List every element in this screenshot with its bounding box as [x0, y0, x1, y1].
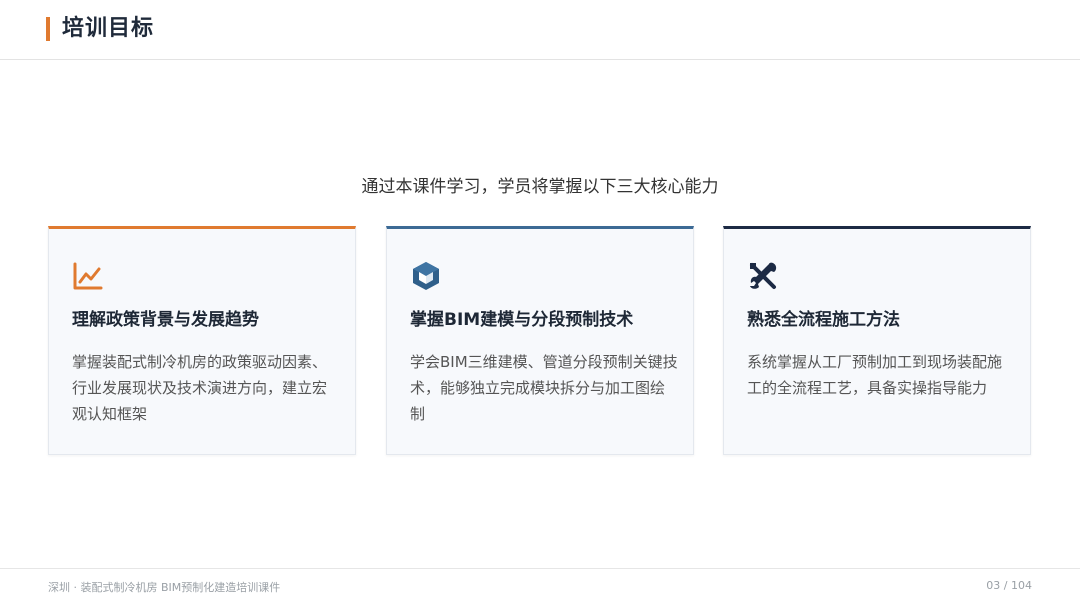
cube-icon — [410, 260, 442, 292]
card-description: 系统掌握从工厂预制加工到现场装配施工的全流程工艺，具备实操指导能力 — [747, 353, 1003, 397]
page-number: 03 / 104 — [986, 579, 1032, 592]
chart-line-icon — [72, 260, 104, 292]
card-title: 熟悉全流程施工方法 — [747, 310, 900, 330]
header-accent-bar — [46, 17, 50, 41]
card-description: 掌握装配式制冷机房的政策驱动因素、行业发展现状及技术演进方向，建立宏观认知框架 — [72, 353, 328, 423]
goal-card-policy: 理解政策背景与发展趋势 掌握装配式制冷机房的政策驱动因素、行业发展现状及技术演进… — [48, 226, 356, 455]
page-header: 培训目标 — [0, 0, 1080, 60]
page-footer: 深圳 · 装配式制冷机房 BIM预制化建造培训课件 03 / 104 — [0, 568, 1080, 608]
intro-text: 通过本课件学习，学员将掌握以下三大核心能力 — [361, 177, 719, 197]
goal-card-bim: 掌握BIM建模与分段预制技术 学会BIM三维建模、管道分段预制关键技术，能够独立… — [386, 226, 694, 455]
tools-icon — [747, 260, 779, 292]
footer-course-title: 深圳 · 装配式制冷机房 BIM预制化建造培训课件 — [48, 581, 281, 594]
card-description: 学会BIM三维建模、管道分段预制关键技术，能够独立完成模块拆分与加工图绘制 — [410, 353, 678, 423]
page-title: 培训目标 — [62, 16, 155, 41]
card-title: 掌握BIM建模与分段预制技术 — [410, 310, 634, 330]
goal-card-construction: 熟悉全流程施工方法 系统掌握从工厂预制加工到现场装配施工的全流程工艺，具备实操指… — [723, 226, 1031, 455]
card-title: 理解政策背景与发展趋势 — [72, 310, 259, 330]
